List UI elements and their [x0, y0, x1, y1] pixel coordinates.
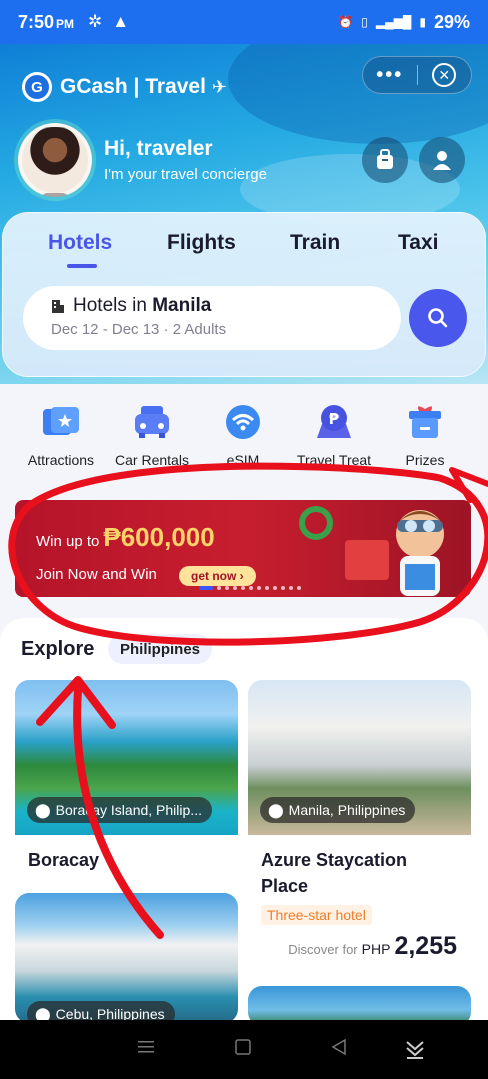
hotel-icon	[52, 299, 64, 313]
settings-status-icon: ✲	[88, 12, 103, 31]
mascot-illustration	[395, 510, 445, 596]
luggage-button[interactable]	[362, 137, 408, 183]
active-tab-indicator	[67, 264, 97, 268]
luggage-icon	[377, 149, 393, 169]
search-prefix: Hotels in	[73, 295, 147, 316]
brand-logo: G GCash | Travel ✈	[22, 72, 227, 102]
tab-train[interactable]: Train	[290, 231, 340, 255]
location-pin-icon: ⬤	[35, 801, 51, 818]
avatar	[18, 123, 92, 197]
destination-card-cebu[interactable]: ⬤ Cebu, Philippines	[15, 893, 238, 1020]
search-card: Hotels Flights Train Taxi Hotels in Mani…	[2, 212, 486, 377]
menu-nav-icon[interactable]	[137, 1038, 155, 1056]
next-destination-photo	[248, 986, 471, 1020]
gcash-logo-icon: G	[22, 72, 52, 102]
mini-app-capsule: ••• ✕	[362, 56, 472, 94]
manila-photo: ⬤ Manila, Philippines	[248, 680, 471, 835]
warning-icon: ▲	[112, 12, 130, 31]
close-button[interactable]: ✕	[417, 63, 471, 87]
gift-box-icon	[409, 406, 441, 438]
back-nav-icon[interactable]	[330, 1038, 348, 1056]
collapse-nav-icon[interactable]	[404, 1038, 426, 1060]
more-menu-button[interactable]: •••	[363, 64, 417, 87]
banner-amount: ₱600,000	[103, 522, 215, 552]
status-time: 7:50 PM	[18, 11, 75, 32]
search-icon	[428, 308, 448, 328]
close-icon: ✕	[432, 63, 457, 87]
category-prizes[interactable]: Prizes	[370, 400, 480, 468]
search-details: Dec 12 - Dec 13 · 2 Adults	[51, 321, 227, 338]
hotel-rating-tag: Three-star hotel	[261, 905, 372, 925]
get-now-button[interactable]: get now ›	[179, 566, 256, 586]
greeting-subtitle: I'm your travel concierge	[104, 166, 267, 183]
peso-coin-icon: ₱	[317, 405, 351, 438]
boracay-photo: ⬤ Boracay Island, Philip...	[15, 680, 238, 835]
battery-icon: ▮	[419, 15, 426, 29]
status-bar: 7:50 PM ✲ ▲ ⏰ ▯ ▂▄▆█ ▮ 29%	[0, 0, 488, 44]
signal-icon: ▂▄▆█	[375, 15, 412, 29]
user-icon	[433, 151, 451, 170]
tab-taxi[interactable]: Taxi	[398, 231, 438, 255]
search-city: Manila	[152, 295, 212, 316]
tab-flights[interactable]: Flights	[167, 231, 236, 255]
country-filter-chip[interactable]: Philippines	[108, 634, 213, 664]
location-pin-icon: ⬤	[268, 801, 284, 818]
explore-section: Explore Philippines ⬤ Boracay Island, Phi…	[0, 618, 488, 1020]
alarm-icon: ⏰	[338, 15, 354, 29]
hotel-name: Azure Staycation Place	[261, 850, 408, 896]
battery-level: 29%	[433, 11, 470, 32]
vibrate-icon: ▯	[361, 15, 368, 29]
plane-icon: ✈	[211, 76, 228, 97]
home-nav-icon[interactable]	[234, 1038, 252, 1056]
hotel-search-field[interactable]: Hotels in Manila Dec 12 - Dec 13 · 2 Adu…	[23, 286, 401, 350]
category-row: Attractions Car Rentals eSIM ₱ Travel Tr…	[0, 400, 488, 475]
location-pin-icon: ⬤	[35, 1005, 51, 1021]
cebu-photo: ⬤ Cebu, Philippines	[15, 893, 238, 1020]
explore-title: Explore	[21, 638, 95, 660]
destination-card-next[interactable]	[248, 986, 471, 1020]
destination-card-boracay[interactable]: ⬤ Boracay Island, Philip... Boracay	[15, 680, 238, 890]
greeting-title: Hi, traveler	[104, 137, 213, 160]
banner-join-text: Join Now and Win	[36, 566, 157, 583]
brand-title: GCash | Travel	[60, 75, 206, 98]
promo-banner[interactable]: Win up to ₱600,000 Join Now and Win get …	[15, 500, 471, 597]
attractions-icon	[43, 407, 79, 435]
destination-name: Boracay	[28, 850, 100, 870]
svg-text:₱: ₱	[329, 410, 340, 428]
hotel-card-azure[interactable]: ⬤ Manila, Philippines Azure Staycation Pl…	[248, 680, 471, 970]
greeting-block: Hi, traveler I'm your travel concierge	[18, 123, 267, 197]
banner-headline: Win up to ₱600,000	[36, 522, 215, 552]
location-pin-badge: ⬤ Boracay Island, Philip...	[27, 797, 212, 823]
car-icon	[135, 406, 169, 438]
wreath-illustration	[299, 506, 333, 540]
search-button[interactable]	[409, 289, 467, 347]
profile-button[interactable]	[419, 137, 465, 183]
system-nav-bar	[0, 1020, 488, 1079]
hotel-price: Discover for PHP 2,255	[288, 932, 457, 960]
location-pin-badge: ⬤ Manila, Philippines	[260, 797, 416, 823]
location-pin-badge: ⬤ Cebu, Philippines	[27, 1001, 175, 1020]
wifi-icon	[226, 405, 260, 439]
tab-hotels[interactable]: Hotels	[48, 231, 112, 255]
carousel-dots	[199, 586, 301, 590]
